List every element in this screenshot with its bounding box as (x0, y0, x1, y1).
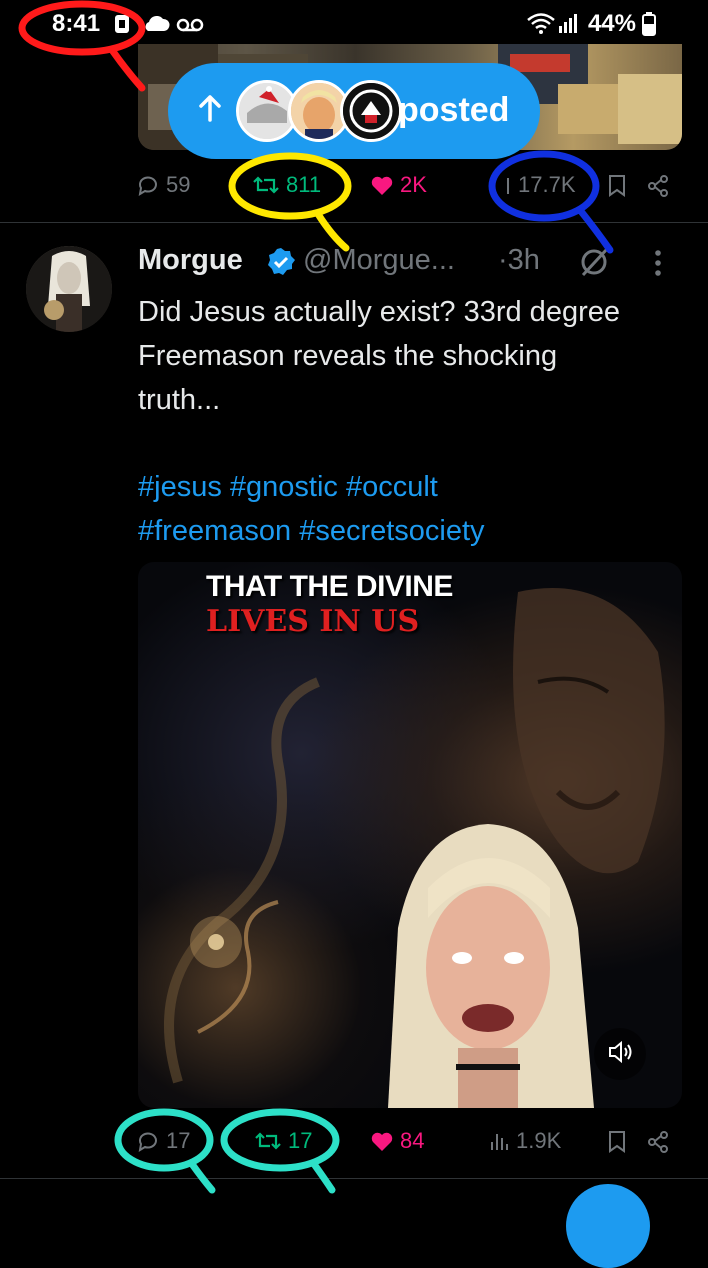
annotation-red-tail (108, 46, 146, 92)
annotation-teal-circle-reposts (220, 1108, 340, 1172)
annotation-overlay (18, 0, 614, 1194)
annotation-teal-tail-replies (188, 1160, 216, 1194)
annotation-blue-tail (576, 206, 614, 254)
annotation-red-circle (18, 0, 146, 56)
annotation-yellow-circle (228, 152, 352, 220)
annotation-teal-circle-replies (114, 1108, 214, 1172)
annotation-teal-tail-reposts (310, 1160, 336, 1194)
annotation-yellow-tail (314, 210, 350, 252)
